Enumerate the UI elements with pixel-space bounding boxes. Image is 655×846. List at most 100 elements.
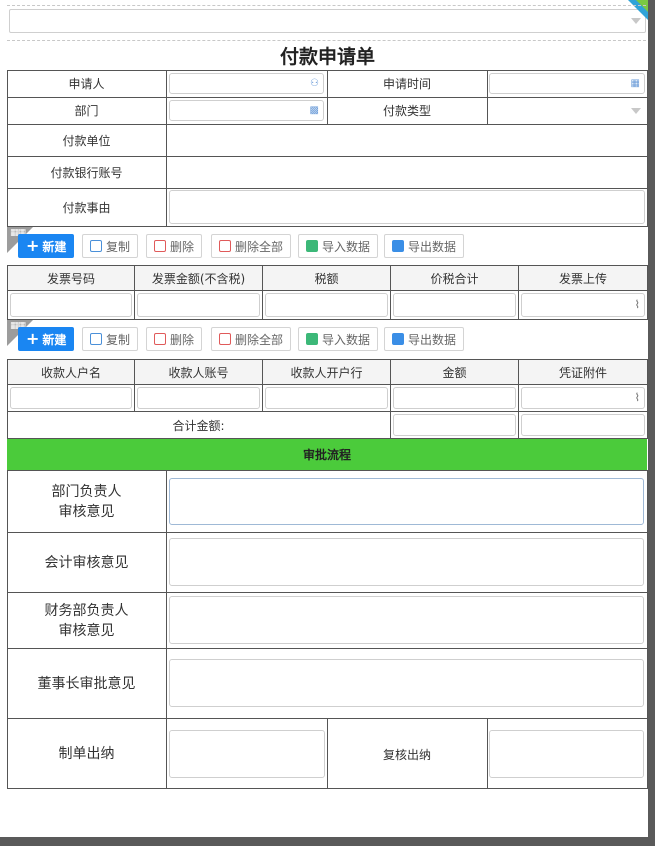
corner-ribbon-accent xyxy=(636,0,648,12)
invoice-upload-input[interactable]: ⌇ xyxy=(521,293,645,317)
amount-input[interactable] xyxy=(393,387,516,409)
delete-all-button[interactable]: 删除全部 xyxy=(211,234,292,258)
reason-label: 付款事由 xyxy=(62,201,111,215)
trash-icon xyxy=(154,333,166,345)
total-amount-label: 合计金额: xyxy=(172,418,225,433)
chevron-down-icon xyxy=(631,108,641,114)
delete-all-button[interactable]: 删除全部 xyxy=(211,327,292,351)
applicant-label: 申请人 xyxy=(68,77,105,91)
copy-button[interactable]: 复制 xyxy=(82,234,139,258)
import-icon xyxy=(306,333,318,345)
new-button[interactable]: + 新建 xyxy=(18,234,75,258)
plus-icon: + xyxy=(26,329,40,348)
col-divider xyxy=(262,359,263,411)
trash-all-icon xyxy=(219,240,231,252)
invoice-col-1: 发票号码 xyxy=(8,266,134,290)
col-divider xyxy=(390,265,391,320)
dept-head-label: 部门负责人 审核意见 xyxy=(51,483,122,520)
finance-head-label: 财务部负责人 审核意见 xyxy=(44,602,129,639)
page-title: 付款申请单 xyxy=(279,46,375,68)
payee-col-2: 收款人账号 xyxy=(135,360,262,384)
export-button[interactable]: 导出数据 xyxy=(384,327,465,351)
row-divider xyxy=(7,384,648,385)
delete-button[interactable]: 删除 xyxy=(146,327,203,351)
total-amount-extra-input[interactable] xyxy=(521,414,645,436)
calendar-icon[interactable]: ▦ xyxy=(631,79,640,89)
payee-col-1: 收款人户名 xyxy=(8,360,134,384)
department-label: 部门 xyxy=(74,104,99,118)
apply-time-label: 申请时间 xyxy=(382,77,431,91)
accounting-opinion-input[interactable] xyxy=(169,538,644,586)
approval-header: 审批流程 xyxy=(7,439,647,470)
payee-toolbar: ▦▦ + 新建 复制 删除 删除全部 导入数据 导出数据 xyxy=(7,320,648,360)
payee-col-3: 收款人开户行 xyxy=(263,360,390,384)
paperclip-icon[interactable]: ⌇ xyxy=(635,392,640,403)
col-divider xyxy=(134,265,135,320)
invoice-number-input[interactable] xyxy=(10,293,132,317)
chairman-label: 董事长审批意见 xyxy=(37,675,136,692)
total-input[interactable] xyxy=(393,293,516,317)
payee-col-4: 金额 xyxy=(391,360,518,384)
payee-account-input[interactable] xyxy=(137,387,260,409)
plus-icon: + xyxy=(26,236,40,255)
payee-col-5: 凭证附件 xyxy=(519,360,647,384)
top-select[interactable] xyxy=(9,9,646,33)
payee-unit-label: 付款单位 xyxy=(62,133,111,148)
total-amount-input[interactable] xyxy=(393,414,516,436)
applicant-input[interactable]: ⚇ xyxy=(169,73,324,94)
org-icon[interactable]: ▩ xyxy=(310,106,319,116)
bank-account-value[interactable] xyxy=(167,157,647,188)
delete-button[interactable]: 删除 xyxy=(146,234,203,258)
dept-head-opinion-input[interactable] xyxy=(169,478,644,525)
payment-type-select[interactable] xyxy=(489,100,645,121)
import-button[interactable]: 导入数据 xyxy=(298,234,379,258)
row-divider xyxy=(7,290,648,291)
department-input[interactable]: ▩ xyxy=(169,100,324,121)
payee-unit-value[interactable] xyxy=(167,125,647,156)
trash-all-icon xyxy=(219,333,231,345)
invoice-toolbar: ▦▦ + 新建 复制 删除 删除全部 导入数据 导出数据 xyxy=(7,227,648,265)
copy-icon xyxy=(90,333,102,345)
col-divider xyxy=(166,470,167,789)
cashier-review-input[interactable] xyxy=(489,730,644,778)
col-divider xyxy=(487,718,488,789)
export-icon xyxy=(392,240,404,252)
copy-button[interactable]: 复制 xyxy=(82,327,139,351)
payee-name-input[interactable] xyxy=(10,387,132,409)
bank-account-label: 付款银行账号 xyxy=(50,165,123,180)
tax-input[interactable] xyxy=(265,293,388,317)
copy-icon xyxy=(90,240,102,252)
reason-input[interactable] xyxy=(169,190,645,224)
export-button[interactable]: 导出数据 xyxy=(384,234,465,258)
col-divider xyxy=(487,70,488,124)
col-divider xyxy=(390,359,391,439)
invoice-col-5: 发票上传 xyxy=(519,266,647,290)
invoice-amount-input[interactable] xyxy=(137,293,260,317)
cashier-make-label: 制单出纳 xyxy=(58,746,115,762)
divider xyxy=(7,5,646,6)
payee-bank-input[interactable] xyxy=(265,387,388,409)
apply-time-input[interactable]: ▦ xyxy=(489,73,645,94)
col-divider xyxy=(518,359,519,439)
col-divider xyxy=(134,359,135,411)
cashier-make-input[interactable] xyxy=(169,730,325,778)
invoice-col-4: 价税合计 xyxy=(391,266,518,290)
export-icon xyxy=(392,333,404,345)
payment-type-label: 付款类型 xyxy=(382,104,431,118)
trash-icon xyxy=(154,240,166,252)
finance-head-opinion-input[interactable] xyxy=(169,596,644,644)
col-divider xyxy=(518,265,519,320)
chairman-opinion-input[interactable] xyxy=(169,659,644,707)
new-button[interactable]: + 新建 xyxy=(18,327,75,351)
form-page: 付款申请单 申请人 ⚇ 申请时间 ▦ 部门 ▩ 付款类型 付款单位 付款银行账号… xyxy=(0,0,648,837)
divider xyxy=(7,40,646,41)
invoice-col-2: 发票金额(不含税) xyxy=(135,266,262,290)
user-icon[interactable]: ⚇ xyxy=(310,79,319,89)
import-icon xyxy=(306,240,318,252)
voucher-attachment-input[interactable]: ⌇ xyxy=(521,387,645,409)
accounting-label: 会计审核意见 xyxy=(44,554,129,571)
cashier-review-label: 复核出纳 xyxy=(382,747,431,762)
import-button[interactable]: 导入数据 xyxy=(298,327,379,351)
paperclip-icon[interactable]: ⌇ xyxy=(635,299,640,310)
col-divider xyxy=(262,265,263,320)
